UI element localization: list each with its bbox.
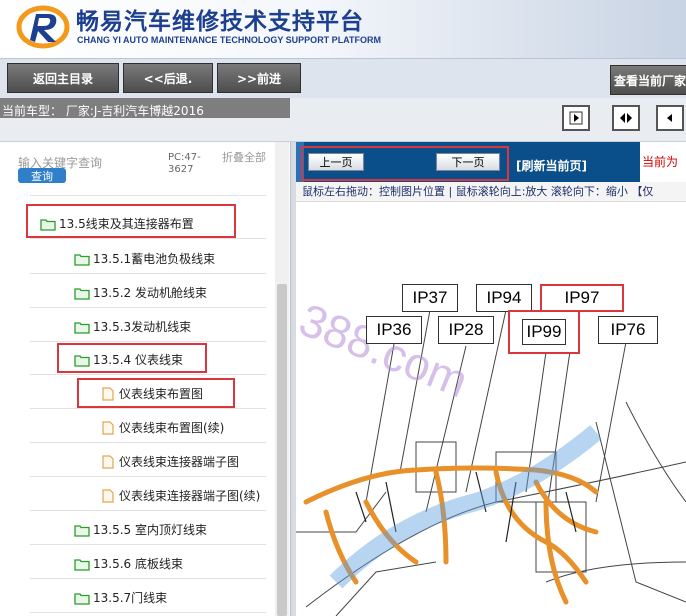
highlight-box-13-5 [26, 204, 236, 238]
layout-split-button[interactable] [612, 105, 640, 131]
connector-label-ip94[interactable]: IP94 [476, 284, 532, 312]
tree-item[interactable]: 仪表线束连接器端子图(续) [100, 487, 260, 504]
document-icon [102, 454, 114, 469]
toolbar: 返回主目录 <<后退. >>前进 查看当前厂家 [0, 58, 686, 98]
connector-label-ip28[interactable]: IP28 [438, 316, 494, 344]
folder-icon [74, 321, 90, 334]
tree-item[interactable]: 13.5.5 室内顶灯线束 [74, 521, 207, 538]
connector-label-ip76[interactable]: IP76 [598, 316, 658, 344]
tree-item-label: 仪表线束连接器端子图 [119, 455, 240, 469]
connector-label-ip36[interactable]: IP36 [366, 316, 422, 344]
tree-item[interactable]: 13.5.3发动机线束 [74, 318, 191, 335]
tree-item-label: 13.5.7门线束 [93, 591, 168, 605]
tree-divider [30, 544, 266, 545]
tree-divider [30, 273, 266, 274]
folder-icon [74, 558, 90, 571]
tree-divider [30, 408, 266, 409]
back-button[interactable]: <<后退. [123, 63, 213, 93]
tree-item-label: 13.5.3发动机线束 [93, 320, 192, 334]
folder-icon [74, 253, 90, 266]
search-button[interactable]: 查询 [18, 168, 66, 183]
arrow-right-icon [569, 111, 583, 125]
harness-drawing: 388.com [296, 293, 686, 616]
connector-ip99-text: IP99 [521, 319, 567, 345]
view-current-manufacturer-button[interactable]: 查看当前厂家 [610, 65, 686, 95]
tree-item[interactable]: 仪表线束连接器端子图 [100, 453, 239, 470]
folder-icon [74, 592, 90, 605]
logo-icon [16, 5, 70, 49]
tree-divider [30, 341, 266, 342]
highlight-box-pager [301, 146, 509, 181]
highlight-box-layout-diagram [77, 378, 235, 408]
connector-label-ip37[interactable]: IP37 [402, 284, 458, 312]
forward-button[interactable]: >>前进 [217, 63, 301, 93]
home-button[interactable]: 返回主目录 [7, 63, 119, 93]
tree-item-label: 仪表线束连接器端子图(续) [119, 489, 261, 503]
folder-icon [74, 524, 90, 537]
current-car-model: 当前车型： 厂家:J-吉利汽车博越2016 [2, 104, 204, 118]
tree-item[interactable]: 13.5.6 底板线束 [74, 555, 183, 572]
connector-ip97-text: IP97 [564, 288, 600, 307]
current-page-label: 当前为 [642, 155, 679, 169]
refresh-page-link[interactable]: [刷新当前页] [516, 157, 587, 174]
tree-scroll-thumb[interactable] [277, 284, 287, 616]
tree-divider [30, 374, 266, 375]
tree-divider [30, 578, 266, 579]
tree-divider [30, 238, 266, 239]
tree-divider [30, 307, 266, 308]
tree-divider [30, 612, 266, 613]
tree-item-label: 13.5.1蓄电池负极线束 [93, 252, 216, 266]
tree-item[interactable]: 13.5.2 发动机舱线束 [74, 284, 207, 301]
connector-label-ip97[interactable]: IP97 [540, 284, 624, 312]
info-bar: 当前车型： 厂家:J-吉利汽车博越2016 [0, 98, 686, 142]
split-arrows-icon [620, 113, 632, 123]
tree-divider [30, 442, 266, 443]
connector-label-ip99[interactable]: IP99 [508, 310, 580, 354]
connector-ip94-text: IP94 [486, 288, 522, 307]
folder-icon [74, 287, 90, 300]
document-icon [102, 420, 114, 435]
tree-divider [30, 195, 266, 196]
tree-item-label: 13.5.2 发动机舱线束 [93, 286, 207, 300]
site-title: 畅易汽车维修技术支持平台 [76, 9, 364, 35]
header: 畅易汽车维修技术支持平台 CHANG YI AUTO MAINTENANCE T… [0, 0, 686, 58]
tree-item-label: 13.5.5 室内顶灯线束 [93, 523, 207, 537]
tree-divider [30, 510, 266, 511]
app-root: 畅易汽车维修技术支持平台 CHANG YI AUTO MAINTENANCE T… [0, 0, 686, 616]
highlight-box-13-5-4 [57, 343, 207, 373]
tree-item[interactable]: 13.5.7门线束 [74, 589, 167, 606]
fold-all-link[interactable]: 折叠全部 [222, 152, 266, 164]
connector-ip28-text: IP28 [448, 320, 484, 339]
site-subtitle: CHANG YI AUTO MAINTENANCE TECHNOLOGY SUP… [77, 35, 382, 45]
tree-item-label: 13.5.6 底板线束 [93, 557, 183, 571]
document-icon [102, 488, 114, 503]
connector-ip36-text: IP36 [376, 320, 412, 339]
arrow-left-icon [667, 114, 672, 122]
connector-ip76-text: IP76 [610, 320, 646, 339]
layout-left-button[interactable] [656, 105, 684, 131]
wiring-diagram[interactable]: 388.com IP37 IP94 IP97 IP36 IP28 IP99 IP… [296, 202, 686, 616]
tree-divider [30, 476, 266, 477]
tree-item[interactable]: 13.5.1蓄电池负极线束 [74, 250, 215, 267]
layout-single-button[interactable] [562, 105, 590, 131]
tree-item[interactable]: 仪表线束布置图(续) [100, 419, 224, 436]
connector-ip37-text: IP37 [412, 288, 448, 307]
mouse-hint: 鼠标左右拖动：控制图片位置 | 鼠标滚轮向上:放大 滚轮向下：缩小 【仅 [296, 182, 686, 202]
tree-item-label: 仪表线束布置图(续) [119, 421, 225, 435]
pc-counter: PC:47-3627 [168, 152, 201, 175]
